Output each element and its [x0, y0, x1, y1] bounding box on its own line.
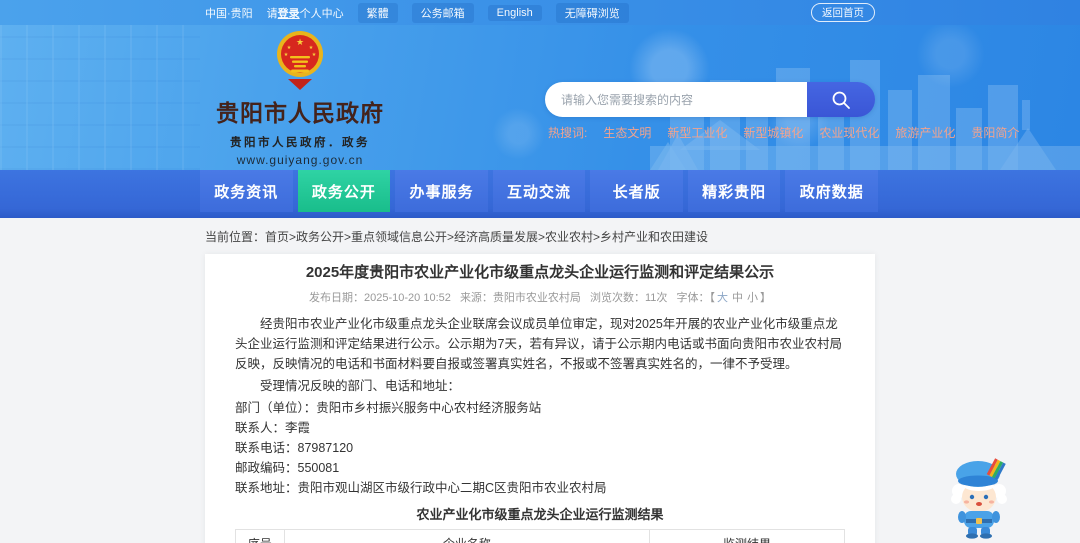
results-table-caption: 农业产业化市级重点龙头企业运行监测结果: [416, 507, 664, 522]
publish-date: 发布日期：2025-10-20 10:52: [309, 292, 451, 304]
contact-person: 联系人：李霞: [235, 420, 311, 435]
nav-tab-interaction[interactable]: 互动交流: [492, 170, 586, 212]
svg-text:★: ★: [309, 45, 314, 51]
main-nav: 政务资讯 政务公开 办事服务 互动交流 长者版 精彩贵阳 政府数据: [0, 170, 1080, 218]
table-header-row: 序号 企业名称 监测结果: [235, 529, 845, 543]
topbar-english-link[interactable]: English: [487, 4, 542, 21]
font-size-small-button[interactable]: 小: [747, 292, 758, 304]
mascot-icon: [951, 458, 1007, 539]
font-size-large-button[interactable]: 大: [717, 292, 728, 304]
hot-search-term-intro[interactable]: 贵阳简介: [971, 124, 1019, 141]
nav-tab-data[interactable]: 政府数据: [785, 170, 879, 212]
contact-phone: 联系电话：87987120: [235, 440, 354, 455]
hot-search-term-ecology[interactable]: 生态文明: [603, 124, 651, 141]
svg-text:★: ★: [312, 52, 317, 58]
header-banner: ★ ★ ★ ★ ★ 贵阳市人民政府 贵阳市人民政府．政务 www.guiyang…: [0, 25, 1080, 170]
topbar-mail-link[interactable]: 公务邮箱: [411, 2, 474, 23]
site-subtitle: 贵阳市人民政府．政务: [230, 137, 370, 149]
nav-tab-news[interactable]: 政务资讯: [200, 170, 293, 212]
article-paragraph: 受理情况反映的部门、电话和地址：: [260, 379, 461, 393]
home-button[interactable]: 返回首页: [811, 3, 875, 22]
topbar-region-label[interactable]: 中国·贵阳: [205, 5, 253, 21]
nav-tab-highlights[interactable]: 精彩贵阳: [687, 170, 781, 212]
svg-text:★: ★: [287, 45, 292, 51]
article-card: 2025年度贵阳市农业产业化市级重点龙头企业运行监测和评定结果公示 发布日期：2…: [205, 254, 875, 543]
font-size-label: 字体：【: [676, 292, 715, 304]
article-source: 来源：贵阳市农业农村局: [459, 292, 581, 304]
breadcrumb: 当前位置：首页>政务公开>重点领域信息公开>经济高质量发展>农业农村>乡村产业和…: [205, 228, 708, 245]
search-icon: [832, 91, 850, 109]
nav-tab-disclosure[interactable]: 政务公开: [297, 170, 391, 212]
top-utility-bar: 中国·贵阳 请登录个人中心 繁體 公务邮箱 English 无障碍浏览 返回首页: [0, 0, 1080, 25]
topbar-traditional-link[interactable]: 繁體: [357, 2, 398, 23]
article-title: 2025年度贵阳市农业产业化市级重点龙头企业运行监测和评定结果公示: [305, 264, 775, 281]
hot-search-label: 热搜词:: [548, 126, 588, 140]
search-input[interactable]: [545, 82, 807, 117]
font-size-medium-button[interactable]: 中: [732, 292, 743, 304]
svg-text:★: ★: [296, 37, 304, 47]
hot-search-term-urbanization[interactable]: 新型城镇化: [743, 124, 803, 141]
breadcrumb-bar: 当前位置：首页>政务公开>重点领域信息公开>经济高质量发展>农业农村>乡村产业和…: [0, 218, 1080, 254]
login-suffix: 个人中心: [299, 7, 344, 20]
breadcrumb-path[interactable]: 首页>政务公开>重点领域信息公开>经济高质量发展>农业农村>乡村产业和农田建设: [265, 230, 708, 244]
header-cell-company: 企业名称: [283, 529, 651, 543]
hot-search-term-tourism[interactable]: 旅游产业化: [895, 124, 955, 141]
contact-postcode: 邮政编码：550081: [235, 460, 340, 475]
site-logo-block[interactable]: ★ ★ ★ ★ ★ 贵阳市人民政府 贵阳市人民政府．政务 www.guiyang…: [205, 30, 395, 167]
circuit-decoration: [0, 25, 200, 170]
hot-search-term-agriculture[interactable]: 农业现代化: [819, 124, 879, 141]
breadcrumb-label: 当前位置：: [205, 229, 266, 244]
view-count: 浏览次数：11次: [590, 292, 668, 304]
site-url: www.guiyang.gov.cn: [236, 153, 364, 167]
results-table: 序号 企业名称 监测结果 1 贵州合力超市采购有限公司 合格 2 贵州友禾种业有…: [235, 529, 845, 543]
site-title: 贵阳市人民政府: [216, 100, 384, 126]
article-paragraph: 经贵阳市农业产业化市级重点龙头企业联席会议成员单位审定，现对2025年开展的农业…: [235, 317, 842, 371]
mascot-helper-button[interactable]: [946, 455, 1010, 543]
contact-address: 联系地址：贵阳市观山湖区市级行政中心二期C区贵阳市农业农村局: [235, 480, 607, 495]
svg-text:★: ★: [284, 52, 289, 58]
page: 中国·贵阳 请登录个人中心 繁體 公务邮箱 English 无障碍浏览 返回首页: [0, 0, 1080, 543]
hot-search-row: 热搜词: 生态文明 新型工业化 新型城镇化 农业现代化 旅游产业化 贵阳简介: [548, 124, 1019, 141]
topbar-accessibility-link[interactable]: 无障碍浏览: [555, 2, 629, 23]
nav-tab-services[interactable]: 办事服务: [395, 170, 488, 212]
national-emblem-icon: ★ ★ ★ ★ ★: [277, 31, 323, 90]
header-cell-seq: 序号: [235, 529, 285, 543]
nav-tab-elderly[interactable]: 长者版: [590, 170, 683, 212]
font-size-close-bracket: 】: [759, 292, 771, 304]
header-cell-result: 监测结果: [649, 529, 845, 543]
contact-department: 部门（单位）：贵阳市乡村振兴服务中心农村经济服务站: [235, 400, 542, 415]
login-prefix: 请: [266, 7, 278, 20]
topbar-login-link[interactable]: 请登录个人中心: [267, 5, 344, 21]
login-link[interactable]: 登录: [278, 8, 300, 20]
article-body: 经贵阳市农业产业化市级重点龙头企业联席会议成员单位审定，现对2025年开展的农业…: [235, 314, 845, 543]
search-button[interactable]: [807, 82, 875, 117]
article-meta: 发布日期：2025-10-20 10:52 来源：贵阳市农业农村局 浏览次数：1…: [235, 289, 845, 305]
search-bar: [545, 82, 875, 117]
hot-search-term-industrialization[interactable]: 新型工业化: [667, 124, 727, 141]
